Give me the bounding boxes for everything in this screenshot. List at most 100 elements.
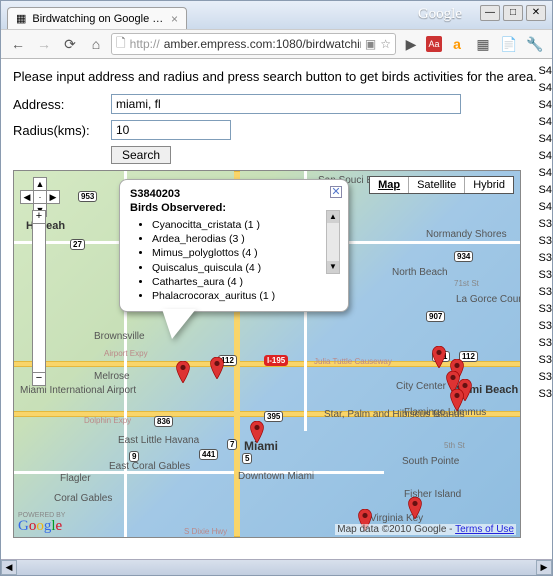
list-item: Mimus_polyglottos (4 ) bbox=[152, 246, 338, 260]
shield: 907 bbox=[426, 311, 445, 322]
list-item[interactable]: S4 bbox=[539, 165, 552, 182]
road-dolphin-expy: Dolphin Expy bbox=[84, 416, 131, 425]
maximize-button[interactable]: □ bbox=[503, 5, 523, 21]
list-item[interactable]: S4 bbox=[539, 199, 552, 216]
list-item[interactable]: S4 bbox=[539, 97, 552, 114]
road-airport-expy: Airport Expy bbox=[104, 349, 148, 358]
list-item[interactable]: S3 bbox=[539, 301, 552, 318]
pan-center-button[interactable]: · bbox=[33, 190, 47, 204]
google-logo: Google bbox=[18, 518, 62, 535]
map-marker[interactable] bbox=[450, 389, 464, 411]
map-marker[interactable] bbox=[408, 497, 422, 519]
back-button[interactable]: ← bbox=[7, 33, 29, 55]
list-item[interactable]: S4 bbox=[539, 63, 552, 80]
terms-link[interactable]: Terms of Use bbox=[455, 524, 514, 535]
list-item[interactable]: S3 bbox=[539, 335, 552, 352]
zoom-in-button[interactable]: + bbox=[32, 210, 46, 224]
ext2-icon[interactable]: ▦ bbox=[472, 33, 494, 55]
pan-right-button[interactable]: ▶ bbox=[46, 190, 60, 204]
radius-row: Radius(kms): bbox=[13, 120, 540, 140]
shield: 395 bbox=[264, 411, 283, 422]
bookmark-star-icon[interactable]: ☆ bbox=[380, 37, 391, 51]
list-item[interactable]: S4 bbox=[539, 148, 552, 165]
list-item[interactable]: S3 bbox=[539, 369, 552, 386]
pan-left-button[interactable]: ◀ bbox=[20, 190, 34, 204]
instruction-text: Please input address and radius and pres… bbox=[13, 69, 540, 84]
attribution-text: Map data ©2010 Google - bbox=[337, 524, 455, 535]
browser-tab[interactable]: ▦ Birdwatching on Google Ma... × bbox=[7, 7, 187, 29]
list-item[interactable]: S3 bbox=[539, 284, 552, 301]
road-seventy: 71st St bbox=[454, 279, 479, 288]
amazon-icon[interactable]: a bbox=[446, 33, 468, 55]
page-content: Please input address and radius and pres… bbox=[1, 59, 552, 559]
url-input[interactable] bbox=[164, 37, 361, 51]
list-item[interactable]: S4 bbox=[539, 182, 552, 199]
map-type-satellite[interactable]: Satellite bbox=[409, 177, 465, 193]
label-east-little-havana: East Little Havana bbox=[118, 435, 178, 446]
shield: I-195 bbox=[264, 355, 288, 366]
shield: 7 bbox=[227, 439, 237, 450]
url-bar[interactable]: 🗋 http:// ▣ ☆ bbox=[111, 33, 396, 55]
close-tab-icon[interactable]: × bbox=[171, 12, 178, 26]
horizontal-scrollbar[interactable]: ◀ ▶ bbox=[1, 559, 552, 575]
map[interactable]: Miami Miami Beach Hialeah North Beach Ci… bbox=[13, 170, 521, 538]
close-window-button[interactable]: ✕ bbox=[526, 5, 546, 21]
list-item[interactable]: S3 bbox=[539, 216, 552, 233]
shield: 953 bbox=[78, 191, 97, 202]
close-infowindow-icon[interactable]: ✕ bbox=[330, 186, 342, 198]
go-button[interactable]: ▶ bbox=[400, 33, 422, 55]
road-julia-tuttle: Julia Tuttle Causeway bbox=[314, 357, 392, 366]
wrench-icon[interactable]: 🔧 bbox=[524, 33, 546, 55]
info-window: ✕ S3840203 Birds Observered: Cyanocitta_… bbox=[119, 179, 349, 312]
map-type-hybrid[interactable]: Hybrid bbox=[465, 177, 513, 193]
radius-label: Radius(kms): bbox=[13, 123, 103, 138]
list-item[interactable]: S3 bbox=[539, 386, 552, 403]
pan-up-button[interactable]: ▲ bbox=[33, 177, 47, 191]
list-item: Cathartes_aura (4 ) bbox=[152, 275, 338, 289]
map-marker[interactable] bbox=[250, 421, 264, 443]
rss-icon[interactable]: ▣ bbox=[365, 37, 376, 51]
scroll-left-button[interactable]: ◀ bbox=[1, 560, 17, 575]
list-item[interactable]: S3 bbox=[539, 318, 552, 335]
zoom-slider[interactable]: + − bbox=[32, 223, 46, 373]
station-id: S3840203 bbox=[130, 188, 338, 200]
reload-button[interactable]: ⟳ bbox=[59, 33, 81, 55]
zoom-out-button[interactable]: − bbox=[32, 372, 46, 386]
infowindow-scrollbar[interactable]: ▲ ▼ bbox=[326, 210, 340, 274]
scroll-up-icon[interactable]: ▲ bbox=[327, 211, 339, 223]
map-attribution: Map data ©2010 Google - Terms of Use bbox=[335, 524, 516, 535]
birds-list: Cyanocitta_cristata (1 ) Ardea_herodias … bbox=[152, 218, 338, 303]
shield: 934 bbox=[454, 251, 473, 262]
list-item[interactable]: S3 bbox=[539, 250, 552, 267]
shield: 5 bbox=[242, 453, 252, 464]
page-menu-icon[interactable]: 📄 bbox=[498, 33, 520, 55]
map-type-map[interactable]: Map bbox=[370, 177, 409, 193]
label-brownsville: Brownsville bbox=[94, 331, 145, 342]
map-marker[interactable] bbox=[210, 357, 224, 379]
list-item[interactable]: S3 bbox=[539, 352, 552, 369]
scroll-down-icon[interactable]: ▼ bbox=[327, 261, 339, 273]
label-city-center: City Center bbox=[396, 381, 446, 392]
list-item[interactable]: S4 bbox=[539, 80, 552, 97]
list-item: Phalacrocorax_auritus (1 ) bbox=[152, 289, 338, 303]
list-item[interactable]: S3 bbox=[539, 233, 552, 250]
extension-icon[interactable]: Aa bbox=[426, 36, 442, 52]
address-row: Address: bbox=[13, 94, 540, 114]
list-item[interactable]: S3 bbox=[539, 267, 552, 284]
minimize-button[interactable]: — bbox=[480, 5, 500, 21]
address-input[interactable] bbox=[111, 94, 461, 114]
home-button[interactable]: ⌂ bbox=[85, 33, 107, 55]
map-marker[interactable] bbox=[176, 361, 190, 383]
label-south-pointe: South Pointe bbox=[402, 456, 459, 467]
road-dixie: S Dixie Hwy bbox=[184, 527, 227, 536]
forward-button[interactable]: → bbox=[33, 33, 55, 55]
list-item[interactable]: S4 bbox=[539, 114, 552, 131]
list-item: Ardea_herodias (3 ) bbox=[152, 232, 338, 246]
scroll-right-button[interactable]: ▶ bbox=[536, 560, 552, 575]
label-downtown: Downtown Miami bbox=[238, 471, 298, 482]
search-button[interactable]: Search bbox=[111, 146, 171, 164]
label-north-beach: North Beach bbox=[392, 267, 448, 278]
radius-input[interactable] bbox=[111, 120, 231, 140]
map-marker[interactable] bbox=[432, 346, 446, 368]
list-item[interactable]: S4 bbox=[539, 131, 552, 148]
